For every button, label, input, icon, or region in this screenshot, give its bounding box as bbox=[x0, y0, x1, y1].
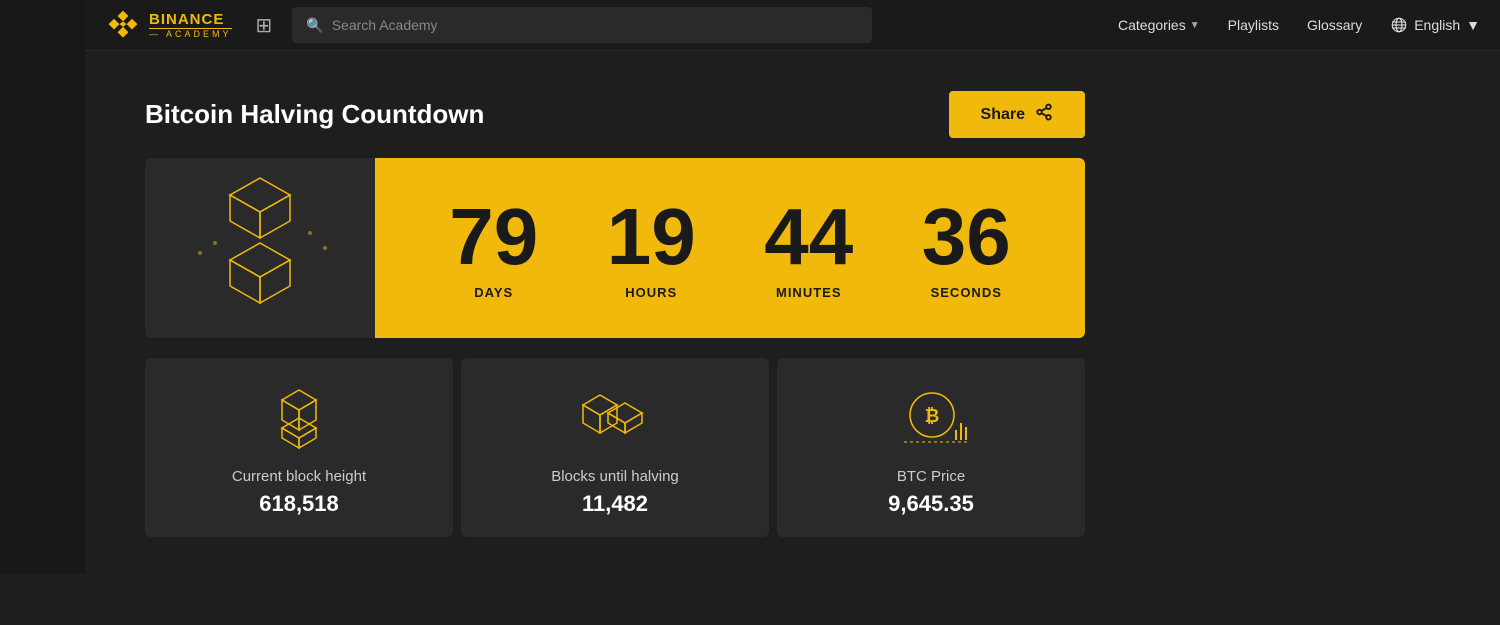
search-icon: 🔍 bbox=[306, 17, 323, 34]
nav-right: Categories ▼ Playlists Glossary English … bbox=[1118, 16, 1480, 34]
countdown-header: Bitcoin Halving Countdown Share bbox=[145, 91, 1085, 138]
search-bar[interactable]: 🔍 bbox=[292, 7, 872, 43]
playlists-link[interactable]: Playlists bbox=[1228, 17, 1279, 33]
timer-seconds-value: 36 bbox=[922, 197, 1011, 277]
timer-minutes-label: MINUTES bbox=[776, 285, 842, 300]
btc-price-value: 9,645.35 bbox=[888, 491, 974, 517]
timer-days: 79 DAYS bbox=[449, 197, 538, 300]
logo-binance: BINANCE bbox=[149, 12, 232, 27]
blocks-halving-label: Blocks until halving bbox=[551, 468, 679, 485]
glossary-link[interactable]: Glossary bbox=[1307, 17, 1362, 33]
blocks-halving-value: 11,482 bbox=[582, 491, 648, 517]
share-label: Share bbox=[981, 106, 1025, 124]
playlists-label: Playlists bbox=[1228, 17, 1279, 33]
svg-text:₿: ₿ bbox=[924, 406, 939, 426]
timer-seconds-label: SECONDS bbox=[931, 285, 1002, 300]
btc-price-label: BTC Price bbox=[897, 468, 965, 485]
timer-seconds: 36 SECONDS bbox=[922, 197, 1011, 300]
share-icon bbox=[1035, 103, 1053, 126]
timer-minutes-value: 44 bbox=[764, 197, 853, 277]
countdown-title: Bitcoin Halving Countdown bbox=[145, 99, 484, 130]
timer-hours-label: HOURS bbox=[625, 285, 677, 300]
block-height-value: 618,518 bbox=[259, 491, 339, 517]
block-height-label: Current block height bbox=[232, 468, 366, 485]
timer-days-value: 79 bbox=[449, 197, 538, 277]
main-content: Bitcoin Halving Countdown Share bbox=[85, 51, 1500, 577]
search-input[interactable] bbox=[332, 17, 859, 33]
logo-academy: — ACADEMY bbox=[149, 28, 232, 39]
globe-icon bbox=[1390, 16, 1408, 34]
timer-minutes: 44 MINUTES bbox=[764, 197, 853, 300]
stat-block-height: Current block height 618,518 bbox=[145, 358, 453, 537]
glossary-label: Glossary bbox=[1307, 17, 1362, 33]
countdown-box: 79 DAYS 19 HOURS 44 MINUTES 36 SECONDS bbox=[145, 158, 1085, 338]
block-height-icon bbox=[267, 382, 332, 452]
categories-menu[interactable]: Categories ▼ bbox=[1118, 17, 1200, 33]
categories-caret: ▼ bbox=[1190, 20, 1200, 31]
stat-btc-price: ₿ BTC Price 9,645.35 bbox=[777, 358, 1085, 537]
countdown-timer: 79 DAYS 19 HOURS 44 MINUTES 36 SECONDS bbox=[375, 158, 1085, 338]
stat-blocks-halving: Blocks until halving 11,482 bbox=[461, 358, 769, 537]
logo-text: BINANCE — ACADEMY bbox=[149, 12, 232, 39]
countdown-image bbox=[145, 158, 375, 338]
blocks-halving-icon bbox=[578, 382, 653, 452]
grid-icon[interactable]: ⊞ bbox=[256, 13, 273, 38]
navbar: BINANCE — ACADEMY ⊞ 🔍 Categories ▼ Playl… bbox=[85, 0, 1500, 51]
sidebar bbox=[0, 0, 85, 574]
language-label: English bbox=[1414, 17, 1460, 33]
binance-logo-icon bbox=[105, 7, 141, 43]
categories-label: Categories bbox=[1118, 17, 1186, 33]
share-button[interactable]: Share bbox=[949, 91, 1085, 138]
bitcoin-blocks-icon bbox=[180, 168, 340, 328]
language-selector[interactable]: English ▼ bbox=[1390, 16, 1480, 34]
logo[interactable]: BINANCE — ACADEMY bbox=[105, 7, 232, 43]
btc-price-icon: ₿ bbox=[894, 382, 969, 452]
language-caret: ▼ bbox=[1466, 17, 1480, 33]
timer-hours-value: 19 bbox=[607, 197, 696, 277]
timer-days-label: DAYS bbox=[474, 285, 513, 300]
stats-row: Current block height 618,518 bbox=[145, 358, 1085, 537]
timer-hours: 19 HOURS bbox=[607, 197, 696, 300]
